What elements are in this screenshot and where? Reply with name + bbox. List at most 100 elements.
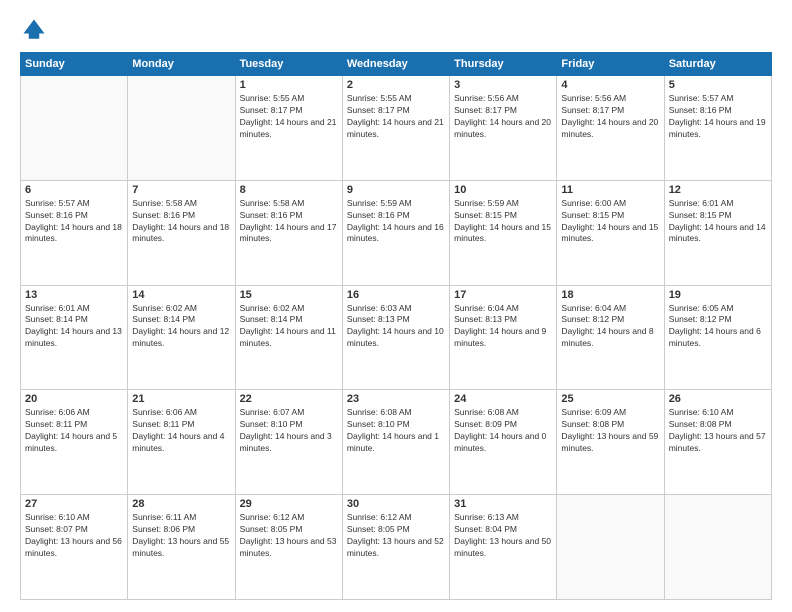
calendar-cell: 10Sunrise: 5:59 AMSunset: 8:15 PMDayligh… <box>450 180 557 285</box>
calendar-cell: 22Sunrise: 6:07 AMSunset: 8:10 PMDayligh… <box>235 390 342 495</box>
day-number: 27 <box>25 498 123 510</box>
calendar-cell: 16 Sunrise: 6:03 AMSunset: 8:13 PMDayligh… <box>342 285 449 390</box>
day-info: Sunrise: 5:56 AMSunset: 8:17 PMDaylight:… <box>561 93 659 141</box>
calendar-cell: 1 Sunrise: 5:55 AMSunset: 8:17 PMDaylight… <box>235 76 342 181</box>
day-number: 3 <box>454 79 552 91</box>
calendar-header-saturday: Saturday <box>664 53 771 76</box>
day-info: Sunrise: 6:06 AMSunset: 8:11 PMDaylight:… <box>132 407 230 455</box>
day-number: 12 <box>669 184 767 196</box>
day-number: 2 <box>347 79 445 91</box>
calendar-cell <box>557 495 664 600</box>
day-number: 29 <box>240 498 338 510</box>
calendar-cell <box>664 495 771 600</box>
calendar-cell: 29 Sunrise: 6:12 AMSunset: 8:05 PMDayligh… <box>235 495 342 600</box>
day-info: Sunrise: 6:13 AMSunset: 8:04 PMDaylight:… <box>454 512 552 560</box>
calendar-cell: 27 Sunrise: 6:10 AMSunset: 8:07 PMDayligh… <box>21 495 128 600</box>
day-number: 25 <box>561 393 659 405</box>
day-info: Sunrise: 5:57 AMSunset: 8:16 PMDaylight:… <box>669 93 767 141</box>
calendar-cell: 4 Sunrise: 5:56 AMSunset: 8:17 PMDaylight… <box>557 76 664 181</box>
calendar-week-4: 20 Sunrise: 6:06 AMSunset: 8:11 PMDayligh… <box>21 390 772 495</box>
calendar-week-3: 13 Sunrise: 6:01 AMSunset: 8:14 PMDayligh… <box>21 285 772 390</box>
day-number: 20 <box>25 393 123 405</box>
header <box>20 16 772 44</box>
calendar-cell: 13 Sunrise: 6:01 AMSunset: 8:14 PMDayligh… <box>21 285 128 390</box>
calendar-cell: 15 Sunrise: 6:02 AMSunset: 8:14 PMDayligh… <box>235 285 342 390</box>
calendar-cell: 2 Sunrise: 5:55 AMSunset: 8:17 PMDaylight… <box>342 76 449 181</box>
page: SundayMondayTuesdayWednesdayThursdayFrid… <box>0 0 792 612</box>
day-info: Sunrise: 5:57 AMSunset: 8:16 PMDaylight:… <box>25 198 123 246</box>
day-info: Sunrise: 6:12 AMSunset: 8:05 PMDaylight:… <box>240 512 338 560</box>
calendar-cell: 14 Sunrise: 6:02 AMSunset: 8:14 PMDayligh… <box>128 285 235 390</box>
day-number: 6 <box>25 184 123 196</box>
day-number: 28 <box>132 498 230 510</box>
calendar-header-friday: Friday <box>557 53 664 76</box>
logo-icon <box>20 16 48 44</box>
day-number: 30 <box>347 498 445 510</box>
day-number: 31 <box>454 498 552 510</box>
day-number: 16 <box>347 289 445 301</box>
calendar-table: SundayMondayTuesdayWednesdayThursdayFrid… <box>20 52 772 600</box>
calendar-cell: 9 Sunrise: 5:59 AMSunset: 8:16 PMDaylight… <box>342 180 449 285</box>
calendar-cell: 7 Sunrise: 5:58 AMSunset: 8:16 PMDaylight… <box>128 180 235 285</box>
day-number: 8 <box>240 184 338 196</box>
calendar-cell: 23 Sunrise: 6:08 AMSunset: 8:10 PMDayligh… <box>342 390 449 495</box>
day-info: Sunrise: 5:59 AMSunset: 8:16 PMDaylight:… <box>347 198 445 246</box>
day-info: Sunrise: 5:55 AMSunset: 8:17 PMDaylight:… <box>347 93 445 141</box>
day-info: Sunrise: 6:03 AMSunset: 8:13 PMDaylight:… <box>347 303 445 351</box>
day-number: 24 <box>454 393 552 405</box>
day-info: Sunrise: 6:00 AMSunset: 8:15 PMDaylight:… <box>561 198 659 246</box>
calendar-cell: 28 Sunrise: 6:11 AMSunset: 8:06 PMDayligh… <box>128 495 235 600</box>
calendar-cell: 24 Sunrise: 6:08 AMSunset: 8:09 PMDayligh… <box>450 390 557 495</box>
day-info: Sunrise: 6:02 AMSunset: 8:14 PMDaylight:… <box>240 303 338 351</box>
day-number: 5 <box>669 79 767 91</box>
calendar-header-wednesday: Wednesday <box>342 53 449 76</box>
day-number: 9 <box>347 184 445 196</box>
day-info: Sunrise: 6:04 AMSunset: 8:12 PMDaylight:… <box>561 303 659 351</box>
calendar-cell: 11 Sunrise: 6:00 AMSunset: 8:15 PMDayligh… <box>557 180 664 285</box>
day-info: Sunrise: 6:08 AMSunset: 8:10 PMDaylight:… <box>347 407 445 455</box>
calendar-cell <box>21 76 128 181</box>
calendar-week-5: 27 Sunrise: 6:10 AMSunset: 8:07 PMDayligh… <box>21 495 772 600</box>
day-number: 13 <box>25 289 123 301</box>
calendar-header-row: SundayMondayTuesdayWednesdayThursdayFrid… <box>21 53 772 76</box>
calendar-cell: 31 Sunrise: 6:13 AMSunset: 8:04 PMDayligh… <box>450 495 557 600</box>
day-info: Sunrise: 6:01 AMSunset: 8:14 PMDaylight:… <box>25 303 123 351</box>
calendar-header-sunday: Sunday <box>21 53 128 76</box>
day-info: Sunrise: 6:11 AMSunset: 8:06 PMDaylight:… <box>132 512 230 560</box>
day-number: 11 <box>561 184 659 196</box>
day-info: Sunrise: 5:59 AMSunset: 8:15 PMDaylight:… <box>454 198 552 246</box>
calendar-header-monday: Monday <box>128 53 235 76</box>
day-info: Sunrise: 6:10 AMSunset: 8:07 PMDaylight:… <box>25 512 123 560</box>
calendar-header-thursday: Thursday <box>450 53 557 76</box>
calendar-cell <box>128 76 235 181</box>
day-number: 7 <box>132 184 230 196</box>
day-number: 4 <box>561 79 659 91</box>
day-info: Sunrise: 6:12 AMSunset: 8:05 PMDaylight:… <box>347 512 445 560</box>
calendar-week-1: 1 Sunrise: 5:55 AMSunset: 8:17 PMDaylight… <box>21 76 772 181</box>
calendar-cell: 20Sunrise: 6:06 AMSunset: 8:11 PMDayligh… <box>21 390 128 495</box>
day-number: 15 <box>240 289 338 301</box>
calendar-cell: 5 Sunrise: 5:57 AMSunset: 8:16 PMDaylight… <box>664 76 771 181</box>
day-number: 23 <box>347 393 445 405</box>
calendar-cell: 12Sunrise: 6:01 AMSunset: 8:15 PMDayligh… <box>664 180 771 285</box>
day-info: Sunrise: 6:05 AMSunset: 8:12 PMDaylight:… <box>669 303 767 351</box>
day-number: 1 <box>240 79 338 91</box>
calendar-header-tuesday: Tuesday <box>235 53 342 76</box>
day-info: Sunrise: 5:55 AMSunset: 8:17 PMDaylight:… <box>240 93 338 141</box>
day-info: Sunrise: 6:08 AMSunset: 8:09 PMDaylight:… <box>454 407 552 455</box>
calendar-cell: 8Sunrise: 5:58 AMSunset: 8:16 PMDaylight… <box>235 180 342 285</box>
calendar-cell: 30 Sunrise: 6:12 AMSunset: 8:05 PMDayligh… <box>342 495 449 600</box>
day-number: 26 <box>669 393 767 405</box>
calendar-cell: 25Sunrise: 6:09 AMSunset: 8:08 PMDayligh… <box>557 390 664 495</box>
calendar-cell: 6 Sunrise: 5:57 AMSunset: 8:16 PMDaylight… <box>21 180 128 285</box>
calendar-cell: 3Sunrise: 5:56 AMSunset: 8:17 PMDaylight… <box>450 76 557 181</box>
calendar-cell: 19 Sunrise: 6:05 AMSunset: 8:12 PMDayligh… <box>664 285 771 390</box>
day-number: 14 <box>132 289 230 301</box>
day-info: Sunrise: 5:58 AMSunset: 8:16 PMDaylight:… <box>132 198 230 246</box>
calendar-cell: 17Sunrise: 6:04 AMSunset: 8:13 PMDayligh… <box>450 285 557 390</box>
day-info: Sunrise: 6:02 AMSunset: 8:14 PMDaylight:… <box>132 303 230 351</box>
calendar-cell: 26Sunrise: 6:10 AMSunset: 8:08 PMDayligh… <box>664 390 771 495</box>
day-number: 19 <box>669 289 767 301</box>
calendar-cell: 21Sunrise: 6:06 AMSunset: 8:11 PMDayligh… <box>128 390 235 495</box>
day-number: 17 <box>454 289 552 301</box>
